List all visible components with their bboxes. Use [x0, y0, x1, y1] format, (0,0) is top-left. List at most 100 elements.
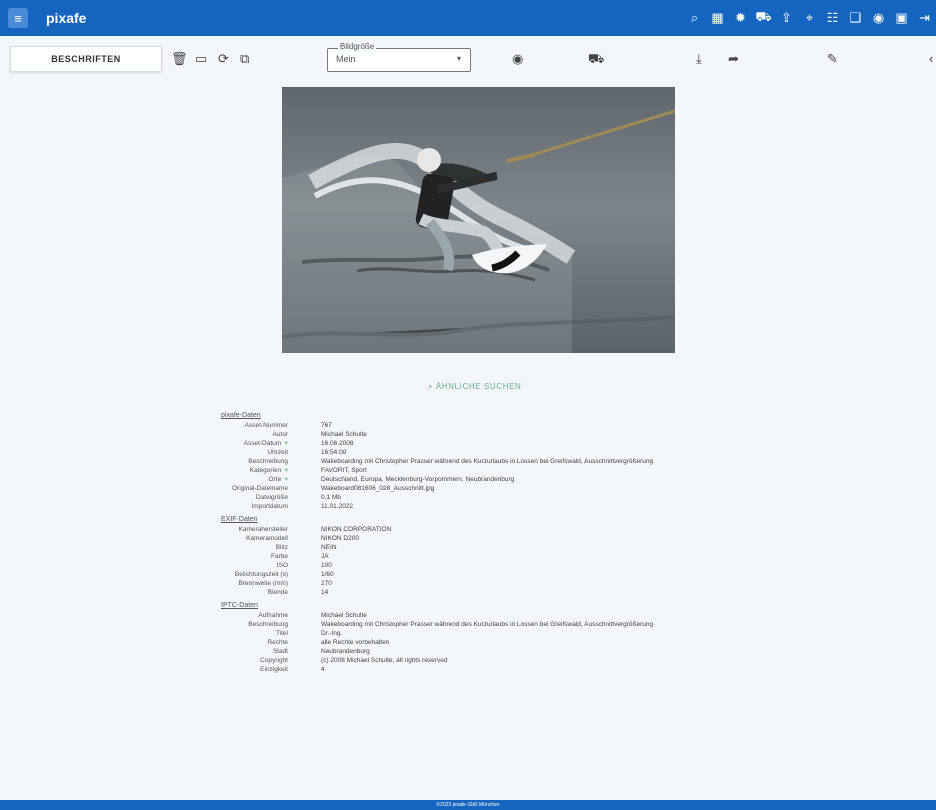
metadata-value: Wakeboarding mit Christopher Prasser wäh…	[321, 621, 654, 628]
pixafe-data-heading: pixafe-Daten	[221, 412, 261, 419]
image-size-select[interactable]: Bildgröße Mein ▾	[327, 42, 471, 72]
collections-icon[interactable]: ❑	[844, 7, 867, 29]
search-icon[interactable]: ⌕	[683, 7, 706, 29]
metadata-value: Wakeboarding mit Christopher Prasser wäh…	[321, 458, 654, 465]
metadata-value: Wakeboard081606_028_Ausschnitt.jpg	[321, 485, 435, 492]
metadata-value: 16.06.2008	[321, 440, 354, 447]
metadata-value: NIKON CORPORATION	[321, 526, 392, 533]
metadata-row: Rechte alle Rechte vorbehalten	[190, 639, 750, 647]
image-size-select-value: Mein	[336, 54, 356, 64]
metadata-row: Kamerahersteller NIKON CORPORATION	[190, 526, 750, 534]
metadata-label: Brennweite (mm)	[238, 580, 288, 587]
dashboard-icon[interactable]: ▦	[706, 7, 729, 29]
sync-icon[interactable]: ⟳	[218, 51, 229, 67]
metadata-value: 4	[321, 666, 325, 673]
metadata-label: Aufnahme	[258, 612, 288, 619]
cart-add-icon[interactable]: ⛟	[588, 51, 604, 69]
metadata-label: Original-Dateiname	[232, 485, 288, 492]
map-pin-icon[interactable]: ⌖	[798, 7, 821, 29]
more-icon[interactable]: ‹	[929, 51, 933, 66]
metadata-row: Autor Michael Schulte	[190, 431, 750, 439]
edit-icon[interactable]: ✎	[827, 51, 838, 67]
metadata-label: Kameramodell	[246, 535, 288, 542]
metadata-row: Belichtungszeit (s) 1/60	[190, 571, 750, 579]
metadata-row: Aufnahme Michael Schulte	[190, 612, 750, 620]
save-icon[interactable]: ▭	[195, 51, 207, 67]
footer: ©2023 pixafe GbR München	[0, 800, 936, 810]
metadata-label: Asset-Nummer	[244, 422, 288, 429]
metadata-label: Kamerahersteller	[238, 526, 289, 533]
metadata-label: Rechte	[267, 639, 288, 646]
metadata-row: Blende 14	[190, 589, 750, 597]
users-icon[interactable]: ☷	[821, 7, 844, 29]
app-title: pixafe	[46, 10, 87, 26]
metadata-label: Einzigkeit	[260, 666, 288, 673]
metadata-label: Beschreibung	[248, 458, 288, 465]
metadata-row: Blitz NEIN	[190, 544, 750, 552]
metadata-label: Blende	[267, 589, 288, 596]
metadata-label: Farbe	[271, 553, 288, 560]
upload-icon[interactable]: ⇪	[775, 7, 798, 29]
metadata-row: Asset-Datum +16.06.2008	[190, 440, 750, 448]
metadata-label: Belichtungszeit (s)	[234, 571, 288, 578]
asset-toolbar: BESCHRIFTEN 🗑 ▭ ⟳ ⧉ Bildgröße Mein ▾ ◉ ⛟…	[0, 38, 936, 80]
copy-icon[interactable]: ⧉	[240, 51, 249, 67]
metadata-value: Neubrandenburg	[321, 648, 370, 655]
cart-icon[interactable]: ⛟	[752, 7, 775, 29]
metadata-label: Beschreibung	[248, 621, 288, 628]
metadata-label: Dateigröße	[255, 494, 288, 501]
metadata-row: Orte + Deutschland, Europa, Mecklenburg-Vo…	[190, 476, 750, 484]
metadata-value: 270	[321, 580, 332, 587]
metadata-label: Orte	[268, 476, 282, 483]
metadata-row: Copyright (c) 2008 Michael Schulte, all r…	[190, 657, 750, 665]
metadata-row: Brennweite (mm) 270	[190, 580, 750, 588]
caption-button[interactable]: BESCHRIFTEN	[10, 46, 162, 72]
eye-icon[interactable]: ◉	[512, 51, 523, 67]
metadata-value: 100	[321, 562, 332, 569]
metadata-value: 14	[321, 589, 329, 596]
asset-image	[282, 87, 675, 353]
public-icon[interactable]: ◉	[867, 7, 890, 29]
metadata-label: Stadt	[272, 648, 288, 655]
metadata-value: Michael Schulte	[321, 612, 367, 619]
image-search-icon: ⌕	[428, 382, 434, 391]
metadata-row: Asset-Nummer 767	[190, 422, 750, 430]
share-icon[interactable]: ➦	[728, 51, 739, 67]
add-icon[interactable]: +	[284, 467, 288, 474]
delete-icon[interactable]: 🗑	[171, 51, 188, 67]
metadata-row: Farbe JA	[190, 553, 750, 561]
add-icon[interactable]: +	[284, 476, 288, 483]
metadata-value: Dr.-Ing.	[321, 630, 343, 637]
media-icon[interactable]: ▣	[890, 7, 913, 29]
metadata-value: 11.01.2022	[321, 503, 354, 510]
metadata-label: Uhrzeit	[267, 449, 288, 456]
metadata-row: Original-Dateiname Wakeboard081606_028_Au…	[190, 485, 750, 493]
metadata-row: Kameramodell NIKON D200	[190, 535, 750, 543]
metadata-label: Kategorien	[249, 467, 282, 474]
metadata-label: ISO	[276, 562, 288, 569]
metadata-row: Uhrzeit 16:54:00	[190, 449, 750, 457]
chevron-down-icon: ▾	[456, 54, 461, 63]
metadata-value: Michael Schulte	[321, 431, 367, 438]
logout-icon[interactable]: ⇥	[913, 7, 936, 29]
exif-data-heading: EXIF-Daten	[221, 516, 258, 523]
wakeboard-photo	[282, 87, 675, 353]
metadata-value: alle Rechte vorbehalten	[321, 639, 390, 646]
add-icon[interactable]: +	[284, 440, 288, 447]
metadata-label: Importdatum	[251, 503, 289, 510]
metadata-value: 16:54:00	[321, 449, 347, 456]
metadata-row: Kategorien + FAVORIT, Sport	[190, 467, 750, 475]
gear-icon[interactable]: ✹	[729, 7, 752, 29]
metadata-row: Beschreibung Wakeboarding mit Christopher…	[190, 621, 750, 629]
metadata-label: Blitz	[275, 544, 288, 551]
metadata-row: Einzigkeit 4	[190, 666, 750, 674]
metadata-row: Beschreibung Wakeboarding mit Christopher…	[190, 458, 750, 466]
hamburger-menu-icon[interactable]: ≡	[8, 8, 28, 28]
app-header: ≡ pixafe ⌕ ▦ ✹ ⛟ ⇪ ⌖ ☷ ❑ ◉ ▣ ⇥	[0, 0, 936, 36]
download-icon[interactable]: ⤓	[696, 51, 702, 67]
find-similar-button[interactable]: ⌕ ÄHNLICHE SUCHEN	[428, 382, 521, 392]
header-icons: ⌕ ▦ ✹ ⛟ ⇪ ⌖ ☷ ❑ ◉ ▣ ⇥	[683, 7, 936, 29]
metadata-label: Copyright	[260, 657, 288, 664]
metadata-label: Asset-Datum	[243, 440, 282, 447]
metadata-label: Autor	[272, 431, 288, 438]
